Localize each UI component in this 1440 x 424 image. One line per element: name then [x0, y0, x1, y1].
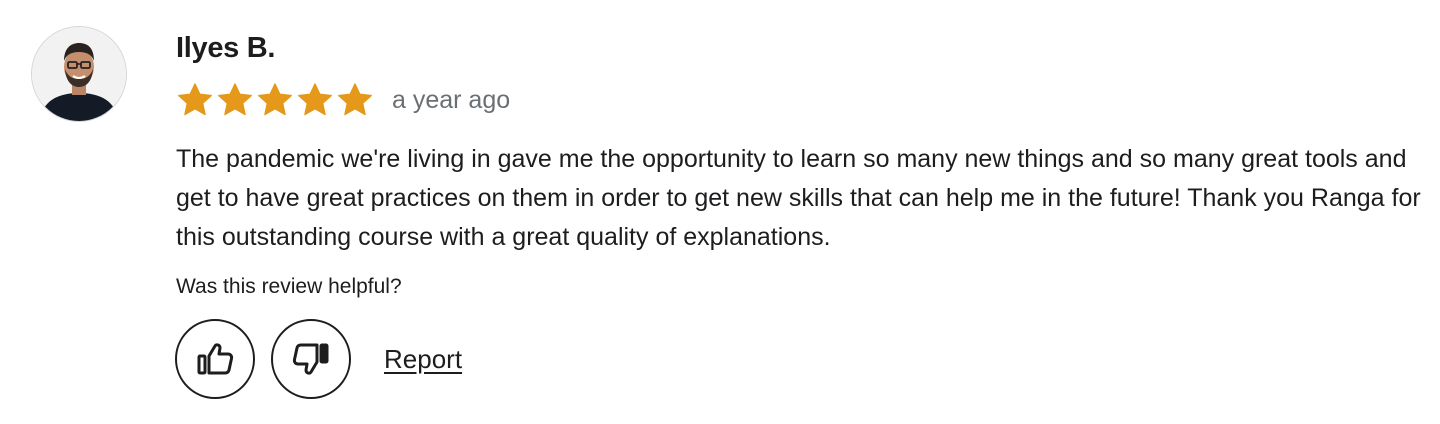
- star-icon: [218, 83, 252, 116]
- avatar: [31, 26, 127, 122]
- reviewer-name: Ilyes B.: [176, 32, 276, 64]
- review-card: Ilyes B. a year ago The pandemic we're l…: [0, 0, 1440, 424]
- star-icon: [338, 83, 372, 116]
- report-link[interactable]: Report: [384, 344, 462, 375]
- rating-row: a year ago: [176, 80, 510, 120]
- thumbs-down-button[interactable]: [271, 319, 351, 399]
- review-actions: Report: [175, 319, 462, 399]
- star-icon: [258, 83, 292, 116]
- star-icon: [178, 83, 212, 116]
- review-timestamp: a year ago: [392, 86, 511, 114]
- helpful-question: Was this review helpful?: [176, 275, 402, 298]
- review-text: The pandemic we're living in gave me the…: [176, 145, 1421, 251]
- avatar-photo: [32, 27, 126, 121]
- thumbs-up-icon: [197, 343, 234, 375]
- star-icon: [298, 83, 332, 116]
- thumbs-down-icon: [292, 343, 329, 375]
- star-rating: [176, 81, 374, 119]
- thumbs-up-button[interactable]: [175, 319, 255, 399]
